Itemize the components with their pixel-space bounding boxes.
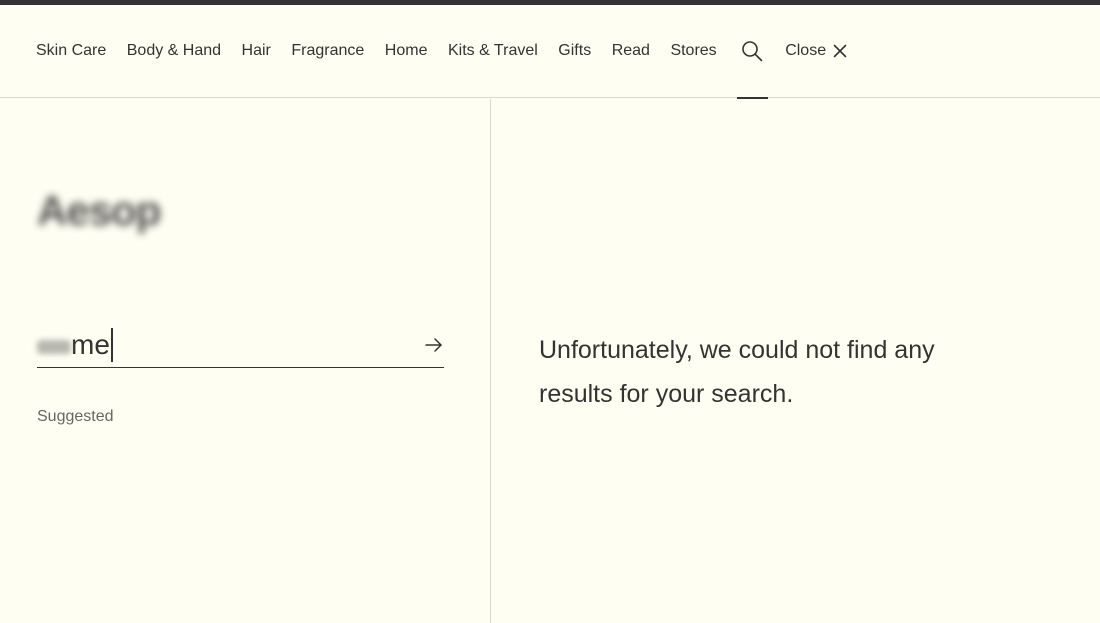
nav-search-button[interactable] (737, 41, 769, 99)
search-submit-button[interactable] (424, 335, 444, 355)
search-panel: Aesop me Suggested (0, 99, 491, 623)
search-icon (742, 41, 763, 62)
close-label: Close (785, 42, 827, 59)
arrow-right-icon (425, 338, 442, 352)
nav-item-read[interactable]: Read (612, 41, 650, 61)
no-results-message: Unfortunately, we could not find any res… (539, 336, 935, 408)
main-navigation: Skin Care Body & Hand Hair Fragrance Hom… (0, 5, 1100, 99)
search-input-value: me (37, 327, 113, 363)
close-icon (833, 44, 847, 58)
suggested-heading: Suggested (37, 408, 114, 425)
redacted-text (37, 340, 71, 354)
search-input-text: me (71, 329, 110, 360)
nav-item-hair[interactable]: Hair (242, 41, 271, 61)
nav-item-body-hand[interactable]: Body & Hand (127, 41, 221, 61)
brand-logo: Aesop (37, 187, 161, 234)
text-caret (110, 328, 113, 362)
nav-item-kits-travel[interactable]: Kits & Travel (448, 41, 538, 61)
nav-item-skin-care[interactable]: Skin Care (36, 41, 106, 61)
results-panel: Unfortunately, we could not find any res… (491, 99, 1100, 623)
search-input[interactable]: me (37, 327, 444, 368)
nav-list: Skin Care Body & Hand Hair Fragrance Hom… (36, 41, 847, 99)
nav-item-fragrance[interactable]: Fragrance (291, 41, 364, 61)
nav-item-stores[interactable]: Stores (670, 41, 716, 61)
nav-item-home[interactable]: Home (385, 41, 428, 61)
nav-item-gifts[interactable]: Gifts (558, 41, 591, 61)
close-button[interactable]: Close (785, 41, 847, 61)
